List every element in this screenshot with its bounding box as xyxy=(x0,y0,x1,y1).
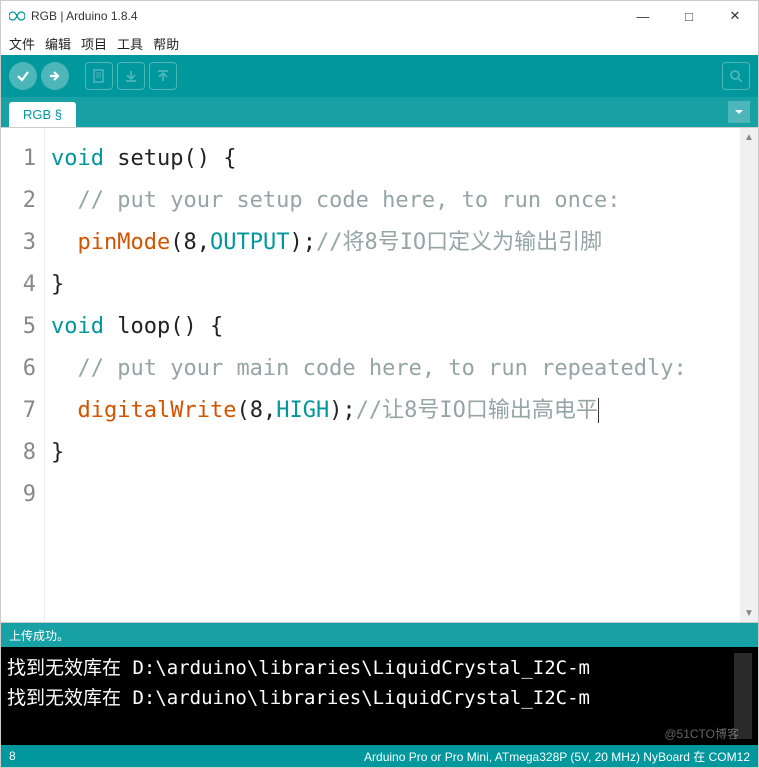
new-sketch-button[interactable] xyxy=(85,62,113,90)
status-bar: 8 Arduino Pro or Pro Mini, ATmega328P (5… xyxy=(1,745,758,767)
tab-strip: RGB § xyxy=(1,97,758,127)
console-text: 找到无效库在 D:\arduino\libraries\LiquidCrysta… xyxy=(7,653,734,739)
code-area[interactable]: void setup() { // put your setup code he… xyxy=(45,128,740,622)
menu-bar: 文件 编辑 项目 工具 帮助 xyxy=(1,31,758,55)
tab-menu-button[interactable] xyxy=(728,101,750,123)
window-buttons: — □ ✕ xyxy=(620,1,758,31)
maximize-button[interactable]: □ xyxy=(666,1,712,31)
toolbar xyxy=(1,55,758,97)
arduino-logo-icon xyxy=(9,8,25,24)
console-output[interactable]: 找到无效库在 D:\arduino\libraries\LiquidCrysta… xyxy=(1,647,758,745)
status-message: 上传成功。 xyxy=(1,623,758,647)
window-title: RGB | Arduino 1.8.4 xyxy=(31,9,620,23)
tab-rgb[interactable]: RGB § xyxy=(9,102,76,127)
code-editor[interactable]: 123456789 void setup() { // put your set… xyxy=(1,127,758,623)
line-number-gutter: 123456789 xyxy=(1,128,45,622)
scroll-down-icon[interactable]: ▼ xyxy=(744,604,754,622)
open-sketch-button[interactable] xyxy=(117,62,145,90)
status-line-number: 8 xyxy=(9,749,39,763)
menu-file[interactable]: 文件 xyxy=(9,34,35,53)
menu-sketch[interactable]: 项目 xyxy=(81,34,107,53)
minimize-button[interactable]: — xyxy=(620,1,666,31)
scroll-up-icon[interactable]: ▲ xyxy=(744,128,754,146)
serial-monitor-button[interactable] xyxy=(722,62,750,90)
watermark: @51CTO博客 xyxy=(664,725,739,742)
menu-tools[interactable]: 工具 xyxy=(117,34,143,53)
status-board-info: Arduino Pro or Pro Mini, ATmega328P (5V,… xyxy=(39,748,750,765)
save-sketch-button[interactable] xyxy=(149,62,177,90)
editor-scrollbar[interactable]: ▲ ▼ xyxy=(740,128,758,622)
verify-button[interactable] xyxy=(9,62,37,90)
close-button[interactable]: ✕ xyxy=(712,1,758,31)
menu-edit[interactable]: 编辑 xyxy=(45,34,71,53)
title-bar: RGB | Arduino 1.8.4 — □ ✕ xyxy=(1,1,758,31)
menu-help[interactable]: 帮助 xyxy=(153,34,179,53)
upload-button[interactable] xyxy=(41,62,69,90)
